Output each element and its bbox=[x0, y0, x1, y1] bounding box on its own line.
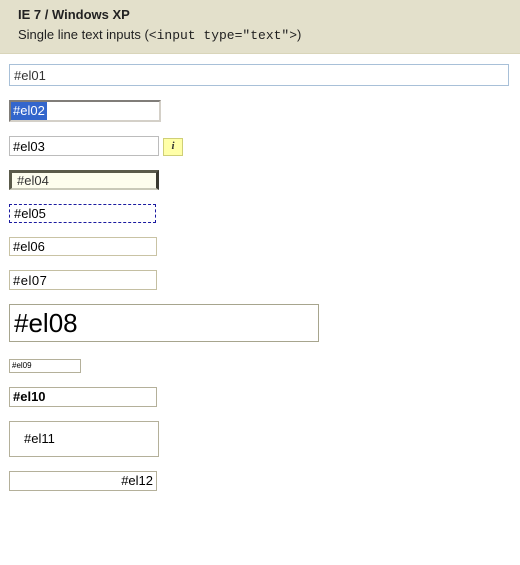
input-el02[interactable]: #el02 bbox=[9, 100, 161, 122]
input-el12[interactable] bbox=[9, 471, 157, 491]
header-subtitle-prefix: Single line text inputs ( bbox=[18, 27, 149, 42]
header-subtitle-code: <input type="text"> bbox=[149, 28, 297, 43]
header-subtitle: Single line text inputs (<input type="te… bbox=[18, 26, 510, 45]
row-el11 bbox=[9, 421, 511, 457]
input-el04[interactable] bbox=[9, 170, 159, 190]
input-el03[interactable] bbox=[9, 136, 159, 156]
row-el08 bbox=[9, 304, 511, 342]
row-el04 bbox=[9, 170, 511, 190]
header: IE 7 / Windows XP Single line text input… bbox=[0, 0, 520, 54]
input-el10[interactable] bbox=[9, 387, 157, 407]
row-el03: i bbox=[9, 136, 511, 156]
input-el09[interactable] bbox=[9, 359, 81, 373]
header-subtitle-suffix: ) bbox=[297, 27, 301, 42]
input-el07[interactable] bbox=[9, 270, 157, 290]
row-el12 bbox=[9, 471, 511, 491]
input-el02-selection: #el02 bbox=[11, 102, 47, 120]
content: #el02 i bbox=[0, 54, 520, 525]
row-el09 bbox=[9, 356, 511, 373]
row-el02: #el02 bbox=[9, 100, 511, 122]
row-el05 bbox=[9, 204, 511, 223]
autofill-indicator-icon: i bbox=[163, 138, 183, 156]
row-el10 bbox=[9, 387, 511, 407]
header-title: IE 7 / Windows XP bbox=[18, 6, 510, 24]
row-el06 bbox=[9, 237, 511, 256]
input-el11[interactable] bbox=[9, 421, 159, 457]
row-el01 bbox=[9, 64, 511, 86]
input-el01[interactable] bbox=[9, 64, 509, 86]
input-el08[interactable] bbox=[9, 304, 319, 342]
row-el07 bbox=[9, 270, 511, 290]
input-el05[interactable] bbox=[9, 204, 156, 223]
input-el06[interactable] bbox=[9, 237, 157, 256]
